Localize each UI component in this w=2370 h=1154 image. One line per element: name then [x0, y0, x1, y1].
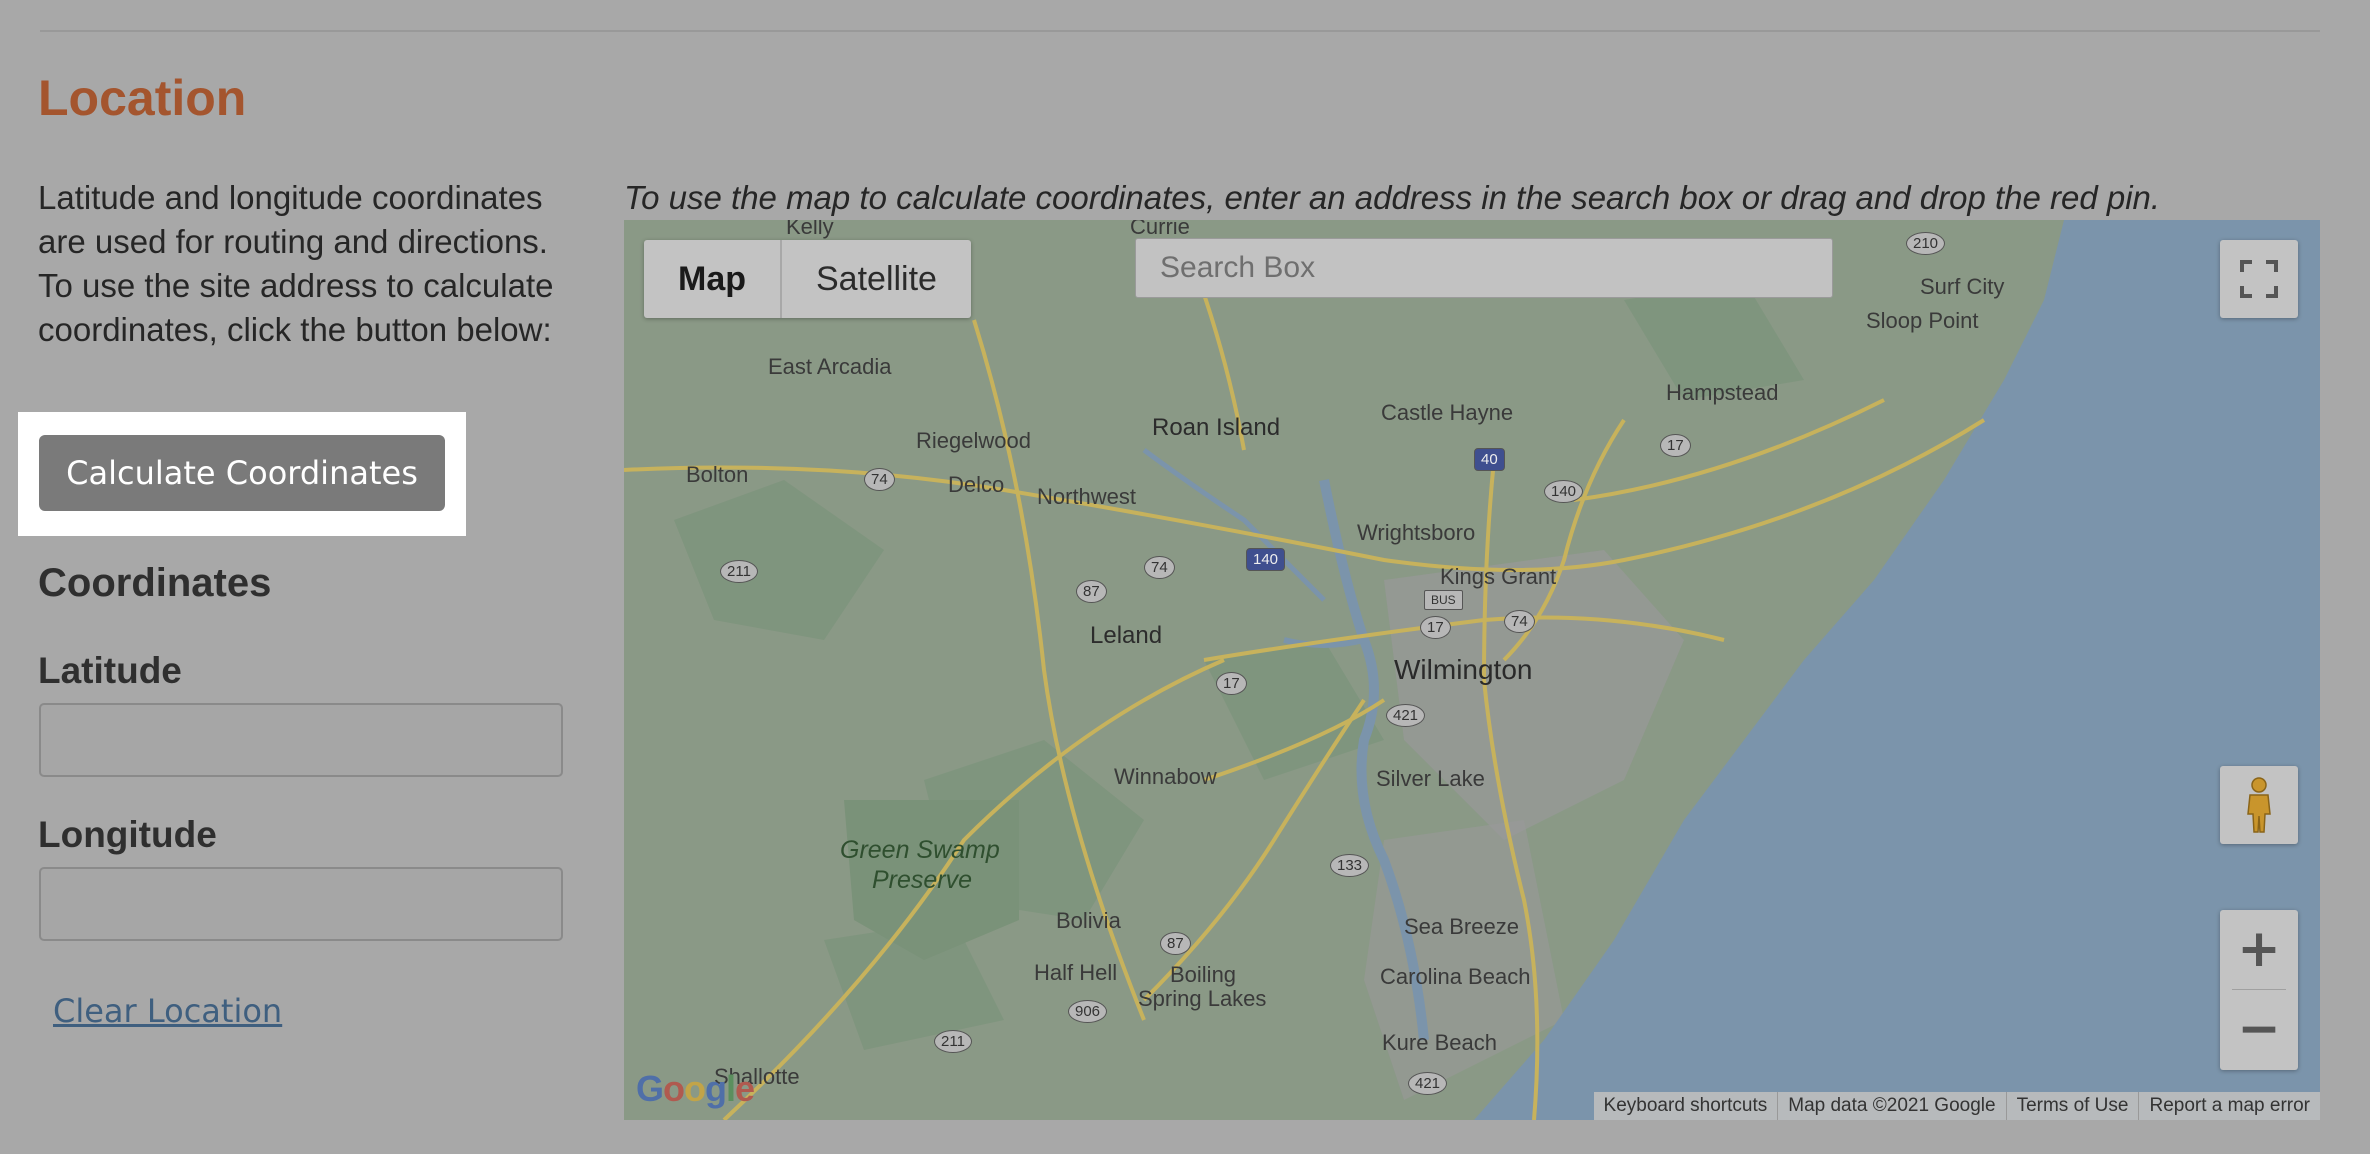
map-label-leland: Leland	[1090, 622, 1163, 649]
clear-location-link[interactable]: Clear Location	[53, 990, 282, 1032]
route-shield: 87	[1160, 932, 1191, 955]
route-shield: 140	[1544, 480, 1584, 503]
map-label-kings-grant: Kings Grant	[1440, 564, 1557, 589]
map-label-half-hell: Half Hell	[1034, 960, 1118, 985]
map-label-northwest: Northwest	[1037, 484, 1137, 509]
map-type-satellite-button[interactable]: Satellite	[782, 240, 971, 318]
route-shield: 906	[1068, 1000, 1108, 1023]
map-label-sea-breeze: Sea Breeze	[1404, 914, 1519, 939]
map-label-boiling: Boiling	[1170, 962, 1237, 987]
map-type-map-button[interactable]: Map	[644, 240, 780, 318]
latitude-label: Latitude	[38, 650, 182, 691]
interstate-shield: 40	[1474, 448, 1505, 471]
map-type-control: Map Satellite	[644, 240, 971, 318]
route-shield: 211	[934, 1030, 972, 1053]
interstate-shield: 140	[1246, 548, 1286, 571]
coordinates-title: Coordinates	[38, 561, 272, 605]
latitude-input[interactable]	[39, 703, 563, 777]
route-shield: 421	[1386, 704, 1426, 727]
map-label-hampstead: Hampstead	[1666, 380, 1779, 405]
longitude-input[interactable]	[39, 867, 563, 941]
route-shield: 74	[864, 468, 895, 491]
location-description: Latitude and longitude coordinates are u…	[38, 179, 554, 348]
map-label-kure-beach: Kure Beach	[1382, 1030, 1497, 1055]
map-label-currie: Currie	[1130, 220, 1190, 239]
location-title: Location	[38, 70, 247, 126]
map-canvas[interactable]: Kelly Currie Surf City Sloop Point East …	[624, 220, 2320, 1120]
map-data-text: Map data ©2021 Google	[1777, 1092, 2005, 1120]
route-shield: 74	[1144, 556, 1175, 579]
map-label-castle-hayne: Castle Hayne	[1381, 400, 1514, 425]
map-attribution: Keyboard shortcuts Map data ©2021 Google…	[1593, 1092, 2320, 1120]
fullscreen-icon	[2240, 260, 2278, 298]
map-label-carolina-beach: Carolina Beach	[1380, 964, 1531, 989]
map-label-roan-island: Roan Island	[1152, 414, 1281, 441]
route-shield: 17	[1660, 434, 1691, 457]
map-label-winnabow: Winnabow	[1114, 764, 1217, 789]
map-label-wrightsboro: Wrightsboro	[1357, 520, 1476, 545]
route-shield: 133	[1330, 854, 1370, 877]
map-label-bolton: Bolton	[686, 462, 749, 487]
map-label-riegelwood: Riegelwood	[916, 428, 1031, 453]
page: Location Latitude and longitude coordina…	[0, 0, 2370, 1154]
route-shield: 87	[1076, 580, 1107, 603]
google-logo[interactable]: Google	[636, 1068, 755, 1110]
map-label-green-swamp: Green Swamp	[840, 836, 1000, 864]
report-map-error-link[interactable]: Report a map error	[2138, 1092, 2320, 1120]
longitude-label: Longitude	[38, 814, 217, 855]
route-shield: 421	[1408, 1072, 1448, 1095]
calculate-coordinates-button[interactable]: Calculate Coordinates	[39, 435, 445, 511]
route-shield: 17	[1420, 616, 1451, 639]
map-label-silver-lake: Silver Lake	[1376, 766, 1485, 791]
route-shield: 211	[720, 560, 758, 583]
map-instructions: To use the map to calculate coordinates,…	[624, 179, 2161, 216]
fullscreen-button[interactable]	[2220, 240, 2298, 318]
map-label-surf-city: Surf City	[1920, 274, 2005, 299]
zoom-control: + −	[2220, 910, 2298, 1070]
terms-of-use-link[interactable]: Terms of Use	[2005, 1092, 2139, 1120]
route-shield: 210	[1906, 232, 1946, 255]
street-view-pegman-button[interactable]	[2220, 766, 2298, 844]
map-label-preserve: Preserve	[872, 866, 973, 894]
zoom-out-button[interactable]: −	[2220, 990, 2298, 1070]
map-label-east-arcadia: East Arcadia	[768, 354, 892, 379]
map-label-kelly: Kelly	[786, 220, 834, 239]
map-label-delco: Delco	[948, 472, 1005, 497]
map-label-sloop-point: Sloop Point	[1866, 308, 1979, 333]
map-search-input[interactable]	[1135, 238, 1833, 298]
map-label-bolivia: Bolivia	[1056, 908, 1121, 933]
top-divider	[40, 30, 2320, 32]
map-label-spring-lakes: Spring Lakes	[1138, 986, 1267, 1011]
map-label-wilmington: Wilmington	[1394, 654, 1533, 685]
route-shield: 74	[1504, 610, 1535, 633]
keyboard-shortcuts-link[interactable]: Keyboard shortcuts	[1594, 1092, 1778, 1120]
pegman-icon	[2247, 777, 2271, 833]
zoom-in-button[interactable]: +	[2220, 910, 2298, 990]
business-route-shield: BUS	[1424, 590, 1463, 610]
route-shield: 17	[1216, 672, 1247, 695]
